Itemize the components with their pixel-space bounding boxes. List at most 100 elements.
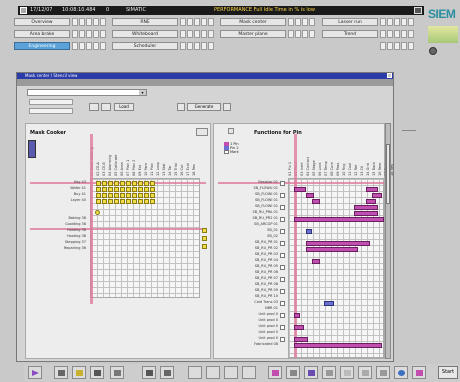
- schedule-bar[interactable]: [294, 337, 308, 342]
- cell-active[interactable]: [120, 193, 125, 198]
- grid-icon[interactable]: [160, 366, 174, 379]
- scrollbar-thumb[interactable]: [386, 144, 390, 204]
- cell-active[interactable]: [144, 181, 149, 186]
- row-checkbox[interactable]: [280, 337, 285, 342]
- panel-toggle-button[interactable]: [196, 128, 208, 136]
- close-icon[interactable]: [387, 73, 392, 78]
- start-button[interactable]: Start: [438, 366, 458, 379]
- row-checkbox[interactable]: [280, 181, 285, 186]
- chevron-down-icon[interactable]: ▾: [139, 90, 146, 95]
- row-checkbox[interactable]: [280, 193, 285, 198]
- tool-icon[interactable]: [286, 366, 300, 379]
- cell-active[interactable]: [120, 187, 125, 192]
- status-toggle-button[interactable]: [414, 7, 422, 14]
- cell-active[interactable]: [114, 193, 119, 198]
- schedule-bar[interactable]: [312, 199, 320, 204]
- tool-icon-2[interactable]: [322, 366, 336, 379]
- nav-area-brake-button[interactable]: Area brake: [14, 30, 70, 38]
- nav-mask-center-button[interactable]: Mask center: [220, 18, 286, 26]
- generate-button[interactable]: Generate: [187, 103, 221, 111]
- nav-overview-button[interactable]: Overview: [14, 18, 70, 26]
- cell-active[interactable]: [150, 181, 155, 186]
- row-checkbox[interactable]: [280, 229, 285, 234]
- nav-engineering-button[interactable]: Engineering: [14, 42, 70, 50]
- nav-whiteboard-button[interactable]: Whiteboard: [112, 30, 178, 38]
- cell-active[interactable]: [114, 199, 119, 204]
- cell-active[interactable]: [138, 199, 143, 204]
- schedule-bar[interactable]: [294, 187, 306, 192]
- globe-icon[interactable]: [394, 366, 408, 379]
- toolbar-blank-1[interactable]: [188, 366, 202, 379]
- row-checkbox[interactable]: [280, 217, 285, 222]
- save-icon[interactable]: [101, 103, 111, 111]
- cell-active[interactable]: [102, 193, 107, 198]
- nav-master-plane-button[interactable]: Master plane: [220, 30, 286, 38]
- next-icon[interactable]: [223, 103, 231, 111]
- cell-active[interactable]: [114, 181, 119, 186]
- cell-active[interactable]: [126, 181, 131, 186]
- toolbar-blank-4[interactable]: [242, 366, 256, 379]
- cell-active[interactable]: [138, 193, 143, 198]
- list-icon[interactable]: [142, 366, 156, 379]
- cell-active[interactable]: [114, 187, 119, 192]
- cell-active[interactable]: [96, 187, 101, 192]
- cell-active[interactable]: [138, 187, 143, 192]
- filter-field[interactable]: [29, 99, 73, 105]
- row-checkbox[interactable]: [280, 289, 285, 294]
- cell-active[interactable]: [150, 193, 155, 198]
- filter-field-2[interactable]: [29, 108, 73, 114]
- cell-active[interactable]: [96, 181, 101, 186]
- row-checkbox[interactable]: [280, 265, 285, 270]
- cell-active[interactable]: [132, 199, 137, 204]
- nav-lasser-run-button[interactable]: Lasser run: [322, 18, 378, 26]
- panel-pin-button[interactable]: [228, 128, 234, 134]
- cell-active[interactable]: [96, 193, 101, 198]
- back-icon[interactable]: [54, 366, 68, 379]
- app-icon[interactable]: [20, 7, 27, 14]
- cell-active[interactable]: [144, 187, 149, 192]
- schedule-bar[interactable]: [306, 229, 312, 234]
- cell-active[interactable]: [132, 181, 137, 186]
- row-checkbox[interactable]: [280, 205, 285, 210]
- row-checkbox[interactable]: [280, 313, 285, 318]
- cell-active[interactable]: [120, 199, 125, 204]
- cell-active[interactable]: [108, 199, 113, 204]
- schedule-bar[interactable]: [366, 199, 376, 204]
- cell-active[interactable]: [96, 199, 101, 204]
- cell-active[interactable]: [126, 193, 131, 198]
- save-icon[interactable]: [110, 366, 124, 379]
- cell-active[interactable]: [132, 187, 137, 192]
- row-checkbox[interactable]: [280, 301, 285, 306]
- nav-rne-button[interactable]: RNE: [112, 18, 178, 26]
- schedule-bar[interactable]: [366, 187, 378, 192]
- cell-active[interactable]: [102, 199, 107, 204]
- arrow-left-icon[interactable]: [304, 366, 318, 379]
- row-checkbox[interactable]: [280, 325, 285, 330]
- load-button[interactable]: Load: [114, 103, 134, 111]
- prev-icon[interactable]: [177, 103, 185, 111]
- nav-trend-button[interactable]: Trend: [322, 30, 378, 38]
- row-checkbox[interactable]: [280, 241, 285, 246]
- cell-active[interactable]: [108, 193, 113, 198]
- schedule-bar[interactable]: [354, 211, 378, 216]
- check-icon[interactable]: [72, 366, 86, 379]
- cancel-icon[interactable]: [358, 366, 372, 379]
- schedule-bar[interactable]: [354, 205, 378, 210]
- schedule-bar[interactable]: [306, 241, 370, 246]
- nav-scheduler-button[interactable]: Scheduler: [112, 42, 178, 50]
- toolbar-blank-2[interactable]: [206, 366, 220, 379]
- edit-icon[interactable]: [412, 366, 426, 379]
- schedule-bar[interactable]: [306, 193, 314, 198]
- cell-active[interactable]: [102, 187, 107, 192]
- cell-active[interactable]: [126, 187, 131, 192]
- schedule-bar[interactable]: [294, 325, 304, 330]
- cell-active[interactable]: [132, 193, 137, 198]
- cell-active[interactable]: [102, 181, 107, 186]
- schedule-bar[interactable]: [312, 259, 320, 264]
- play-icon[interactable]: [28, 366, 42, 379]
- cell-active[interactable]: [138, 181, 143, 186]
- copy-icon[interactable]: [90, 366, 104, 379]
- row-checkbox[interactable]: [280, 253, 285, 258]
- toolbar-blank-3[interactable]: [224, 366, 238, 379]
- vertical-scrollbar[interactable]: [385, 123, 391, 359]
